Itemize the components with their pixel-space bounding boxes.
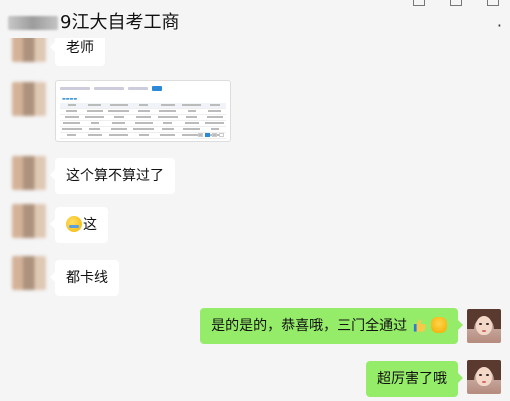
thumbs-up-emoji <box>413 319 426 332</box>
image-table-cell <box>60 126 84 133</box>
face-emoji <box>66 216 82 232</box>
avatar[interactable] <box>12 38 46 62</box>
avatar[interactable] <box>12 204 46 238</box>
image-table-cell <box>131 132 156 139</box>
image-message[interactable]: ▬▬▬▬ <box>55 80 231 142</box>
image-table-cell <box>83 132 107 139</box>
fist-emoji <box>431 317 447 333</box>
message-bubble[interactable]: 超厉害了哦 <box>366 361 463 397</box>
image-table-cell <box>131 126 156 133</box>
image-table-cell <box>131 120 156 127</box>
image-table-cell <box>83 114 107 121</box>
message-text: 这个算不算过了 <box>66 168 164 184</box>
my-avatar[interactable] <box>467 309 501 343</box>
image-table-cell <box>203 120 226 127</box>
image-table-cell <box>106 132 132 139</box>
message-text: 这 <box>83 217 97 233</box>
image-table-cell <box>83 108 107 115</box>
message-bubble[interactable]: 这 <box>50 207 108 243</box>
message-text: 老师 <box>66 40 94 56</box>
window-control[interactable] <box>487 0 499 6</box>
message-bubble[interactable]: 老师 <box>50 38 105 66</box>
message-text: 超厉害了哦 <box>377 371 447 387</box>
image-table-cell <box>156 114 180 121</box>
chat-area: 老师 ▬▬▬▬ 这个算不算过了 这 都卡线 是的是的，恭喜哦，三门全通过 超厉害… <box>0 38 510 401</box>
message-bubble[interactable]: 都卡线 <box>50 260 119 296</box>
image-table-cell <box>156 132 180 139</box>
window-control[interactable] <box>413 0 425 6</box>
image-table-cell <box>203 114 226 121</box>
image-field <box>60 86 90 90</box>
message-text: 是的是的，恭喜哦，三门全通过 <box>211 318 408 334</box>
my-avatar[interactable] <box>467 360 501 394</box>
message-text: 都卡线 <box>66 270 108 286</box>
window-control[interactable] <box>450 0 462 6</box>
chat-title: 9江大自考工商 <box>8 8 179 34</box>
message-bubble[interactable]: 这个算不算过了 <box>50 158 175 194</box>
image-button <box>152 85 162 91</box>
avatar[interactable] <box>12 156 46 190</box>
more-dots-icon[interactable]: · <box>497 16 502 35</box>
image-toolbar <box>60 84 226 92</box>
image-pager <box>198 133 224 137</box>
avatar[interactable] <box>12 256 46 290</box>
image-table-cell <box>106 103 132 109</box>
image-heading: ▬▬▬▬ <box>62 96 78 101</box>
avatar[interactable] <box>12 82 46 116</box>
image-table-cell <box>60 120 84 127</box>
image-field <box>128 86 148 90</box>
image-field <box>94 86 124 90</box>
chat-header: 9江大自考工商 · <box>0 0 510 38</box>
image-table-cell <box>156 108 180 115</box>
image-table-cell <box>60 132 84 139</box>
image-table-cell <box>106 108 132 115</box>
chat-title-text: 9江大自考工商 <box>60 12 180 33</box>
redacted-text <box>8 16 58 30</box>
image-table-cell <box>179 126 204 133</box>
image-table-cell <box>179 103 204 109</box>
message-bubble[interactable]: 是的是的，恭喜哦，三门全通过 <box>200 308 463 344</box>
